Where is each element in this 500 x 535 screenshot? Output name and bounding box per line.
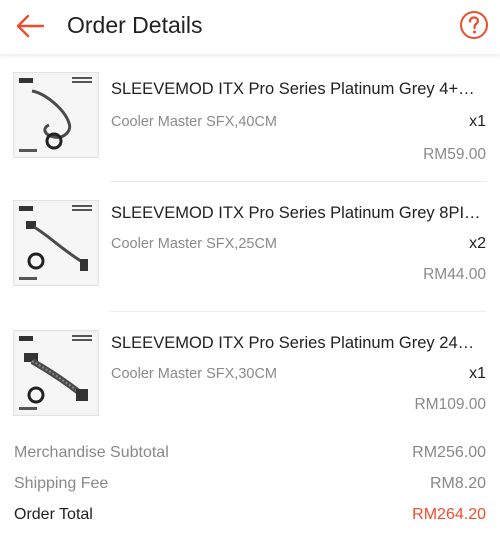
product-price: RM59.00 bbox=[423, 146, 486, 163]
product-name: SLEEVEMOD ITX Pro Series Platinum Grey 8… bbox=[111, 204, 483, 222]
question-circle-icon bbox=[460, 11, 488, 39]
order-total-value: RM264.20 bbox=[412, 506, 486, 523]
order-total-row: Order Total RM264.20 bbox=[0, 502, 500, 533]
shipping-fee-label: Shipping Fee bbox=[14, 475, 109, 492]
arrow-left-icon bbox=[16, 14, 45, 38]
product-price: RM109.00 bbox=[414, 396, 486, 413]
product-thumbnail bbox=[13, 72, 99, 158]
merchandise-subtotal-label: Merchandise Subtotal bbox=[14, 444, 169, 461]
merchandise-subtotal-row: Merchandise Subtotal RM256.00 bbox=[0, 440, 500, 471]
product-quantity: x1 bbox=[469, 113, 486, 130]
product-variant: Cooler Master SFX,40CM bbox=[111, 114, 277, 130]
product-thumbnail bbox=[13, 200, 99, 286]
shipping-fee-row: Shipping Fee RM8.20 bbox=[0, 471, 500, 502]
order-item[interactable]: SLEEVEMOD ITX Pro Series Platinum Grey 2… bbox=[0, 312, 500, 432]
back-button[interactable] bbox=[10, 8, 50, 44]
merchandise-subtotal-value: RM256.00 bbox=[412, 444, 486, 461]
product-variant: Cooler Master SFX,30CM bbox=[111, 366, 277, 382]
product-name: SLEEVEMOD ITX Pro Series Platinum Grey 4… bbox=[111, 80, 483, 98]
order-item[interactable]: SLEEVEMOD ITX Pro Series Platinum Grey 4… bbox=[0, 60, 500, 182]
product-variant: Cooler Master SFX,25CM bbox=[111, 236, 277, 252]
product-price: RM44.00 bbox=[423, 266, 486, 283]
app-header: Order Details bbox=[0, 0, 500, 54]
page-title: Order Details bbox=[67, 12, 203, 38]
order-items-list: SLEEVEMOD ITX Pro Series Platinum Grey 4… bbox=[0, 60, 500, 432]
product-quantity: x1 bbox=[469, 365, 486, 382]
shipping-fee-value: RM8.20 bbox=[429, 475, 486, 492]
order-total-label: Order Total bbox=[14, 506, 93, 523]
product-quantity: x2 bbox=[469, 235, 486, 252]
help-button[interactable] bbox=[459, 10, 489, 40]
product-name: SLEEVEMOD ITX Pro Series Platinum Grey 2… bbox=[111, 334, 483, 352]
product-thumbnail bbox=[13, 330, 99, 416]
order-summary: Merchandise Subtotal RM256.00 Shipping F… bbox=[0, 440, 500, 533]
order-item[interactable]: SLEEVEMOD ITX Pro Series Platinum Grey 8… bbox=[0, 182, 500, 312]
